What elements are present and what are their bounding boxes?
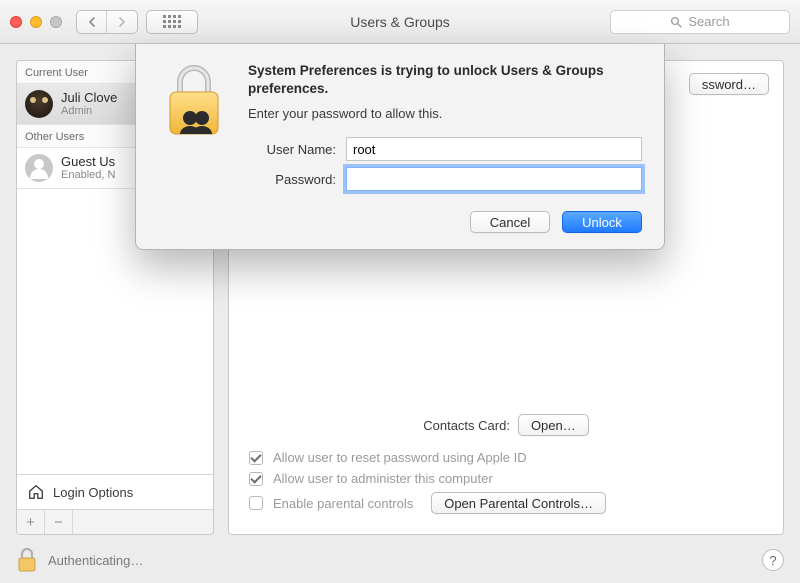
option-reset-password[interactable]: Allow user to reset password using Apple…	[249, 450, 763, 465]
unlock-button[interactable]: Unlock	[562, 211, 642, 233]
option-parental-controls: Enable parental controls Open Parental C…	[249, 492, 763, 514]
username-label: User Name:	[248, 142, 336, 157]
checkbox-unchecked-icon[interactable]	[249, 496, 263, 510]
grid-icon	[163, 15, 181, 28]
dialog-heading: System Preferences is trying to unlock U…	[248, 62, 642, 98]
lock-illustration	[158, 62, 230, 233]
titlebar: Users & Groups Search	[0, 0, 800, 44]
checkbox-checked-icon	[249, 472, 263, 486]
nav-back-forward	[76, 10, 138, 34]
open-contacts-button[interactable]: Open…	[518, 414, 589, 436]
minimize-window-button[interactable]	[30, 16, 42, 28]
login-options-button[interactable]: Login Options	[17, 474, 213, 509]
lock-status-text: Authenticating…	[48, 553, 143, 568]
cancel-button[interactable]: Cancel	[470, 211, 550, 233]
dialog-subtext: Enter your password to allow this.	[248, 106, 642, 121]
search-placeholder: Search	[688, 14, 729, 29]
user-name: Juli Clove	[61, 91, 117, 106]
password-input[interactable]	[346, 167, 642, 191]
window-controls	[10, 16, 62, 28]
home-icon	[27, 483, 45, 501]
change-password-button[interactable]: ssword…	[689, 73, 769, 95]
user-name: Guest Us	[61, 155, 115, 170]
user-sub: Enabled, N	[61, 169, 115, 181]
user-role: Admin	[61, 105, 117, 117]
search-icon	[670, 16, 682, 28]
login-options-label: Login Options	[53, 485, 133, 500]
username-input[interactable]	[346, 137, 642, 161]
back-button[interactable]	[77, 11, 107, 33]
password-label: Password:	[248, 172, 336, 187]
open-parental-controls-button[interactable]: Open Parental Controls…	[431, 492, 606, 514]
add-remove-bar: + −	[17, 509, 213, 534]
checkbox-checked-icon	[249, 451, 263, 465]
show-all-prefs-button[interactable]	[146, 10, 198, 34]
avatar	[25, 154, 53, 182]
search-field[interactable]: Search	[610, 10, 790, 34]
lock-icon[interactable]	[16, 547, 38, 573]
auth-dialog: System Preferences is trying to unlock U…	[135, 44, 665, 250]
lock-status-bar: Authenticating… ?	[16, 547, 784, 573]
close-window-button[interactable]	[10, 16, 22, 28]
remove-user-button[interactable]: −	[45, 510, 73, 534]
contacts-card-row: Contacts Card: Open…	[249, 414, 763, 436]
forward-button[interactable]	[107, 11, 137, 33]
avatar	[25, 90, 53, 118]
option-allow-administer[interactable]: Allow user to administer this computer	[249, 471, 763, 486]
zoom-window-button[interactable]	[50, 16, 62, 28]
contacts-card-label: Contacts Card:	[423, 418, 510, 433]
help-button[interactable]: ?	[762, 549, 784, 571]
add-user-button[interactable]: +	[17, 510, 45, 534]
